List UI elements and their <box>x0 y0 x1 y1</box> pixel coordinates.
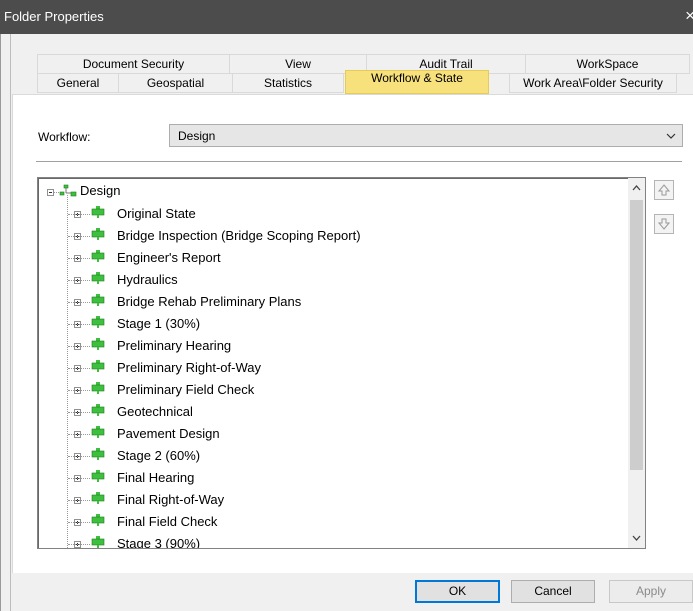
tree-item[interactable]: Pavement Design <box>38 423 618 445</box>
tab-document-security[interactable]: Document Security <box>37 54 230 74</box>
state-icon <box>91 250 105 262</box>
workflow-select[interactable]: Design <box>169 124 683 147</box>
tree-item[interactable]: Preliminary Right-of-Way <box>38 357 618 379</box>
tree-item-label: Final Hearing <box>117 470 195 485</box>
tree-item-label: Preliminary Field Check <box>117 382 255 397</box>
state-icon <box>91 228 105 240</box>
tree-item[interactable]: Final Right-of-Way <box>38 489 618 511</box>
tree-item[interactable]: Hydraulics <box>38 269 618 291</box>
tab-geospatial[interactable]: Geospatial <box>118 73 233 93</box>
tree-item-label: Original State <box>117 206 196 221</box>
move-down-button[interactable] <box>654 214 674 234</box>
ok-button[interactable]: OK <box>415 580 500 603</box>
tree-item-label: Final Right-of-Way <box>117 492 225 507</box>
state-icon <box>91 316 105 328</box>
tree-item[interactable]: Engineer's Report <box>38 247 618 269</box>
tree-item-label: Preliminary Hearing <box>117 338 232 353</box>
tree-item[interactable]: Stage 2 (60%) <box>38 445 618 467</box>
tab-workspace[interactable]: WorkSpace <box>525 54 690 74</box>
cancel-button[interactable]: Cancel <box>511 580 595 603</box>
tree-item[interactable]: Bridge Inspection (Bridge Scoping Report… <box>38 225 618 247</box>
window-frame-left <box>0 34 11 611</box>
tree-item[interactable]: Final Field Check <box>38 511 618 533</box>
close-icon[interactable]: × <box>685 6 693 26</box>
state-icon <box>91 470 105 482</box>
state-icon <box>91 360 105 372</box>
collapse-icon[interactable] <box>47 189 54 196</box>
tab-statistics[interactable]: Statistics <box>232 73 344 93</box>
tree-item[interactable]: Bridge Rehab Preliminary Plans <box>38 291 618 313</box>
state-icon <box>91 536 105 548</box>
tree-item-label: Final Field Check <box>117 514 218 529</box>
tree-item[interactable]: Original State <box>38 203 618 225</box>
tree-item-label: Stage 2 (60%) <box>117 448 201 463</box>
workflow-label: Workflow: <box>38 130 91 144</box>
state-icon <box>91 448 105 460</box>
separator <box>36 161 682 162</box>
state-icon <box>91 492 105 504</box>
tree-root-row[interactable]: Design <box>38 181 618 203</box>
state-icon <box>91 426 105 438</box>
tree-item-label: Bridge Rehab Preliminary Plans <box>117 294 302 309</box>
tree-item-label: Bridge Inspection (Bridge Scoping Report… <box>117 228 361 243</box>
state-icon <box>91 272 105 284</box>
tree-item-label: Geotechnical <box>117 404 193 419</box>
tree-item[interactable]: Geotechnical <box>38 401 618 423</box>
state-icon <box>91 338 105 350</box>
tree-item-label: Preliminary Right-of-Way <box>117 360 261 375</box>
state-icon <box>91 404 105 416</box>
tree-root-label: Design <box>80 183 121 198</box>
tab-work-area-folder-security[interactable]: Work Area\Folder Security <box>509 73 677 93</box>
tab-workflow-state[interactable]: Workflow & State <box>345 70 489 94</box>
workflow-select-value: Design <box>178 129 216 143</box>
arrow-down-icon <box>658 218 670 230</box>
tree-item-label: Pavement Design <box>117 426 220 441</box>
workflow-state-tree[interactable]: Design Original State Bridge Inspection … <box>37 177 646 549</box>
move-up-button[interactable] <box>654 180 674 200</box>
scroll-up-icon[interactable] <box>631 183 642 193</box>
tree-item[interactable]: Preliminary Hearing <box>38 335 618 357</box>
state-icon <box>91 206 105 218</box>
state-icon <box>91 294 105 306</box>
tree-scrollbar[interactable] <box>628 178 645 548</box>
arrow-up-icon <box>658 184 670 196</box>
tree-item[interactable]: Stage 3 (90%) <box>38 533 618 549</box>
tree-item-label: Hydraulics <box>117 272 178 287</box>
title-bar: Folder Properties × <box>0 0 693 34</box>
tree-item-label: Stage 1 (30%) <box>117 316 201 331</box>
window-title: Folder Properties <box>4 9 104 24</box>
tree-item-label: Engineer's Report <box>117 250 221 265</box>
tab-general[interactable]: General <box>37 73 119 93</box>
tree-item[interactable]: Preliminary Field Check <box>38 379 618 401</box>
scroll-down-icon[interactable] <box>631 533 642 543</box>
chevron-down-icon <box>666 133 676 139</box>
state-icon <box>91 514 105 526</box>
scrollbar-thumb[interactable] <box>630 200 643 470</box>
tree-item-label: Stage 3 (90%) <box>117 536 201 549</box>
apply-button[interactable]: Apply <box>609 580 693 603</box>
state-icon <box>91 382 105 394</box>
tree-item[interactable]: Final Hearing <box>38 467 618 489</box>
tree-item[interactable]: Stage 1 (30%) <box>38 313 618 335</box>
